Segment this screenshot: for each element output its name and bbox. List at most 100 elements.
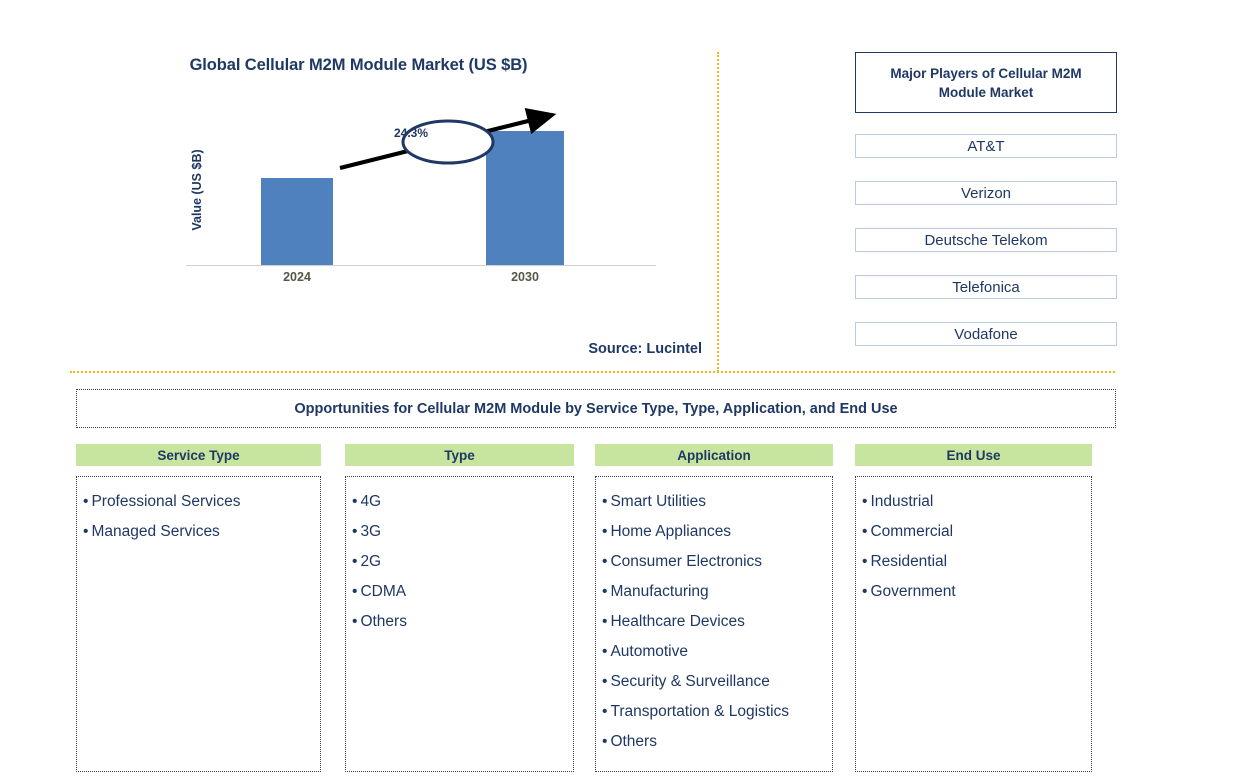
bullet-icon: •: [862, 583, 868, 600]
bullet-icon: •: [602, 523, 608, 540]
list-item-label: 2G: [360, 553, 382, 570]
top-section: Global Cellular M2M Module Market (US $B…: [0, 0, 1245, 373]
player-label: AT&T: [967, 137, 1005, 155]
bullet-icon: •: [83, 523, 89, 540]
list-item: • Commercial: [862, 517, 1085, 547]
list-item-label: Transportation & Logistics: [610, 703, 790, 720]
column-service-type: Service Type • Professional Services • Mana…: [76, 444, 321, 772]
vertical-divider: [717, 52, 719, 372]
x-tick-2024: 2024: [283, 270, 311, 284]
column-header-application: Application: [595, 444, 833, 466]
x-axis-line: [186, 265, 656, 266]
list-item-label: Smart Utilities: [610, 493, 707, 510]
bullet-icon: •: [83, 493, 89, 510]
list-item-label: Others: [610, 733, 657, 750]
bullet-icon: •: [862, 553, 868, 570]
bullet-icon: •: [352, 583, 358, 600]
x-tick-2030: 2030: [511, 270, 539, 284]
column-body-service-type: • Professional Services • Managed Services: [76, 476, 321, 772]
player-label: Deutsche Telekom: [924, 231, 1048, 249]
list-item: • Smart Utilities: [602, 487, 826, 517]
bullet-icon: •: [862, 523, 868, 540]
bullet-icon: •: [352, 553, 358, 570]
market-chart-panel: Global Cellular M2M Module Market (US $B…: [0, 0, 717, 372]
column-header-service-type: Service Type: [76, 444, 321, 466]
list-item-label: 4G: [360, 493, 382, 510]
bullet-icon: •: [602, 613, 608, 630]
list-item-label: Residential: [870, 553, 948, 570]
column-body-application: • Smart Utilities • Home Appliances • Consume…: [595, 476, 833, 772]
horizontal-divider: [70, 371, 1115, 373]
list-item-label: Automotive: [610, 643, 688, 660]
player-item-telefonica[interactable]: Telefonica: [855, 275, 1117, 299]
opportunity-columns: Service Type • Professional Services • Mana…: [76, 444, 1116, 774]
player-item-deutsche-telekom[interactable]: Deutsche Telekom: [855, 228, 1117, 252]
major-players-title: Major Players of Cellular M2M Module Mar…: [855, 52, 1117, 113]
column-header-end-use: End Use: [855, 444, 1092, 466]
player-label: Telefonica: [952, 278, 1020, 296]
list-item: • Transportation & Logistics: [602, 697, 826, 727]
list-item-label: Professional Services: [91, 493, 241, 510]
bullet-icon: •: [602, 733, 608, 750]
column-application: Application • Smart Utilities • Home Applia…: [595, 444, 833, 772]
bullet-icon: •: [602, 643, 608, 660]
player-item-vodafone[interactable]: Vodafone: [855, 322, 1117, 346]
list-item: • Residential: [862, 547, 1085, 577]
list-item-label: Manufacturing: [610, 583, 709, 600]
player-item-att[interactable]: AT&T: [855, 134, 1117, 158]
bullet-icon: •: [602, 703, 608, 720]
player-item-verizon[interactable]: Verizon: [855, 181, 1117, 205]
list-item-label: 3G: [360, 523, 382, 540]
list-item: • 3G: [352, 517, 567, 547]
cagr-value: 24.3%: [393, 126, 429, 140]
list-item-label: Others: [360, 613, 407, 630]
bullet-icon: •: [602, 583, 608, 600]
list-item-label: Security & Surveillance: [610, 673, 770, 690]
player-label: Vodafone: [954, 325, 1018, 343]
bullet-icon: •: [352, 613, 358, 630]
list-item-label: Industrial: [870, 493, 934, 510]
list-item-label: Managed Services: [91, 523, 220, 540]
bullet-icon: •: [602, 673, 608, 690]
list-item-label: Government: [870, 583, 956, 600]
list-item: • Consumer Electronics: [602, 547, 826, 577]
plot-area: 24.3% 2024 2030: [186, 107, 656, 284]
bullet-icon: •: [352, 493, 358, 510]
chart-title: Global Cellular M2M Module Market (US $B…: [189, 56, 528, 74]
list-item-label: Commercial: [870, 523, 954, 540]
list-item: • Industrial: [862, 487, 1085, 517]
column-body-type: • 4G • 3G • 2G • CDMA • Others: [345, 476, 574, 772]
list-item-label: Consumer Electronics: [610, 553, 763, 570]
opportunities-title: Opportunities for Cellular M2M Module by…: [76, 389, 1116, 428]
bullet-icon: •: [352, 523, 358, 540]
list-item-label: Home Appliances: [610, 523, 732, 540]
column-body-end-use: • Industrial • Commercial • Residential • Gover…: [855, 476, 1092, 772]
list-item-label: Healthcare Devices: [610, 613, 745, 630]
list-item: • 4G: [352, 487, 567, 517]
bullet-icon: •: [862, 493, 868, 510]
bullet-icon: •: [602, 493, 608, 510]
cagr-arrow-icon: [339, 107, 557, 171]
list-item: • Manufacturing: [602, 577, 826, 607]
list-item: • Automotive: [602, 637, 826, 667]
column-header-type: Type: [345, 444, 574, 466]
list-item: • Managed Services: [83, 517, 314, 547]
player-label: Verizon: [960, 184, 1012, 202]
list-item: • Others: [602, 727, 826, 757]
source-label: Source: Lucintel: [588, 341, 702, 357]
bar-2024: [261, 178, 333, 265]
list-item: • CDMA: [352, 577, 567, 607]
chart-area: Value (US $B) 24.3% 2024 2030: [186, 107, 656, 284]
list-item: • Professional Services: [83, 487, 314, 517]
list-item-label: CDMA: [360, 583, 407, 600]
major-players-panel: Major Players of Cellular M2M Module Mar…: [855, 52, 1117, 346]
list-item: • 2G: [352, 547, 567, 577]
column-type: Type • 4G • 3G • 2G • CDMA • Others: [345, 444, 574, 772]
list-item: • Healthcare Devices: [602, 607, 826, 637]
bullet-icon: •: [602, 553, 608, 570]
column-end-use: End Use • Industrial • Commercial • Residenti…: [855, 444, 1092, 772]
list-item: • Others: [352, 607, 567, 637]
list-item: • Government: [862, 577, 1085, 607]
list-item: • Security & Surveillance: [602, 667, 826, 697]
list-item: • Home Appliances: [602, 517, 826, 547]
